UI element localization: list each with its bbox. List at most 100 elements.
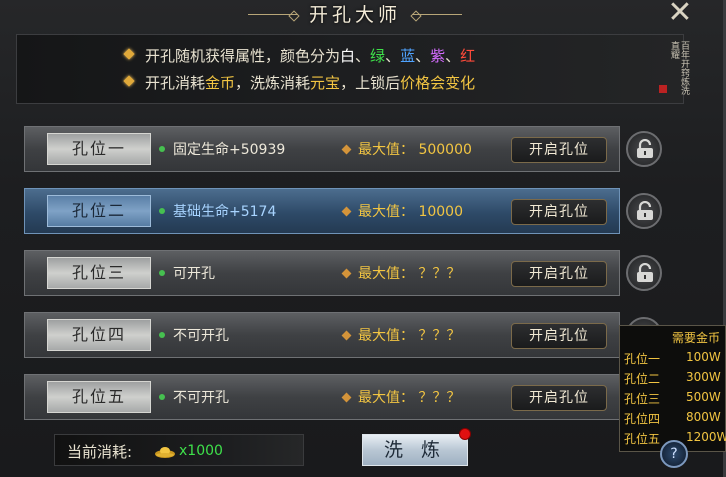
attribute-dot-icon (159, 332, 165, 338)
max-diamond-icon (341, 206, 352, 216)
color-white: 白 (340, 47, 356, 65)
slot-label: 孔位一 (47, 133, 151, 165)
hole-slot-row[interactable]: 孔位四 不可开孔 最大值： ？？？ 开启孔位 (24, 312, 620, 358)
slot-max: 最大值： ？？？ (341, 263, 461, 283)
sep: 、 (355, 47, 371, 65)
color-blue: 蓝 (400, 47, 416, 65)
slot-max-value: 10000 (418, 204, 463, 220)
attribute-dot-icon (159, 394, 165, 400)
open-slot-button[interactable]: 开启孔位 (511, 323, 607, 349)
slot-label: 孔位四 (47, 319, 151, 351)
color-red: 红 (460, 47, 476, 65)
slot-label: 孔位五 (47, 381, 151, 413)
price-slot-value: 100W (686, 350, 721, 364)
info-line-costs: 开孔消耗金币，洗炼消耗元宝，上锁后价格会变化 (123, 72, 476, 93)
info-box: 开孔随机获得属性，颜色分为白、绿、蓝、紫、红 开孔消耗金币，洗炼消耗元宝，上锁后… (16, 34, 689, 104)
price-row: 孔位一 100W (624, 350, 726, 370)
slot-attribute-text: 固定生命+50939 (173, 142, 286, 158)
open-slot-button[interactable]: 开启孔位 (511, 385, 607, 411)
info-line-colors: 开孔随机获得属性，颜色分为白、绿、蓝、紫、红 (123, 45, 476, 66)
slot-max: 最大值： ？？？ (341, 325, 461, 345)
slot-attribute: 不可开孔 (159, 387, 229, 407)
slot-max-label: 最大值： (358, 328, 414, 344)
red-stamp (659, 85, 667, 93)
max-diamond-icon (341, 392, 352, 402)
open-slot-button[interactable]: 开启孔位 (511, 261, 607, 287)
price-slot-name: 孔位四 (624, 412, 661, 426)
hole-slot-row[interactable]: 孔位三 可开孔 最大值： ？？？ 开启孔位 (24, 250, 620, 296)
price-table: 需要金币 孔位一 100W 孔位二 300W 孔位三 500W 孔位四 800W 孔位五 1200… (619, 325, 726, 452)
slot-attribute: 基础生命+5174 (159, 201, 276, 221)
sep: 、 (445, 47, 461, 65)
cost-box: 当前消耗: x1000 (54, 434, 304, 466)
title-bar: 开孔大师 (230, 0, 480, 28)
slot-attribute-text: 基础生命+5174 (173, 204, 277, 220)
notification-dot (459, 428, 471, 440)
attribute-dot-icon (159, 208, 165, 214)
slot-max-label: 最大值： (358, 266, 414, 282)
bullet-icon (123, 75, 135, 87)
slot-max-label: 最大值： (358, 142, 414, 158)
refine-button[interactable]: 洗 炼 (362, 434, 468, 466)
price-slot-value: 1200W (686, 430, 726, 444)
max-diamond-icon (341, 144, 352, 154)
hole-master-panel: 开孔大师 ✕ 开孔随机获得属性，颜色分为白、绿、蓝、紫、红 开孔消耗金币，洗炼消… (0, 0, 726, 477)
color-purple: 紫 (430, 47, 446, 65)
info-text: ，洗炼消耗 (235, 74, 311, 92)
price-slot-value: 800W (686, 410, 721, 424)
sep: 、 (415, 47, 431, 65)
hole-slot-row[interactable]: 孔位五 不可开孔 最大值： ？？？ 开启孔位 (24, 374, 620, 420)
price-row: 孔位四 800W (624, 410, 726, 430)
slot-max-label: 最大值： (358, 204, 414, 220)
hole-slot-row[interactable]: 孔位二 基础生命+5174 最大值： 10000 开启孔位 (24, 188, 620, 234)
slot-max-label: 最大值： (358, 390, 414, 406)
price-slot-value: 300W (686, 370, 721, 384)
cost-label: 当前消耗: (67, 443, 133, 461)
color-green: 绿 (370, 47, 386, 65)
slot-attribute: 可开孔 (159, 263, 215, 283)
cost-value: x1000 (179, 443, 223, 459)
gold-text: 金币 (205, 74, 236, 92)
slot-attribute-text: 不可开孔 (173, 328, 229, 344)
slot-attribute: 固定生命+50939 (159, 139, 285, 159)
max-diamond-icon (341, 330, 352, 340)
help-icon: ? (670, 446, 678, 462)
price-slot-name: 孔位一 (624, 352, 661, 366)
price-row: 孔位二 300W (624, 370, 726, 390)
slot-max-value: ？？？ (418, 328, 461, 344)
unlock-icon[interactable] (626, 255, 662, 291)
price-table-header: 需要金币 (672, 331, 721, 345)
hole-slot-row[interactable]: 孔位一 固定生命+50939 最大值： 500000 开启孔位 (24, 126, 620, 172)
yuanbao-text: 元宝 (310, 74, 341, 92)
max-diamond-icon (341, 268, 352, 278)
open-slot-button[interactable]: 开启孔位 (511, 137, 607, 163)
sep: 、 (385, 47, 401, 65)
slot-max: 最大值： ？？？ (341, 387, 461, 407)
slot-attribute-text: 可开孔 (173, 266, 215, 282)
slot-attribute: 不可开孔 (159, 325, 229, 345)
info-text: ，上锁后 (340, 74, 401, 92)
open-slot-button[interactable]: 开启孔位 (511, 199, 607, 225)
unlock-icon[interactable] (626, 193, 662, 229)
price-slot-value: 500W (686, 390, 721, 404)
attribute-dot-icon (159, 146, 165, 152)
price-slot-name: 孔位三 (624, 392, 661, 406)
slot-label: 孔位三 (47, 257, 151, 289)
price-change-text: 价格会变化 (400, 74, 476, 92)
slot-attribute-text: 不可开孔 (173, 390, 229, 406)
slot-max-value: 500000 (418, 142, 472, 158)
info-text: 开孔消耗 (145, 74, 206, 92)
slot-max: 最大值： 10000 (341, 201, 463, 221)
slot-max-value: ？？？ (418, 266, 461, 282)
title-ornament-right (412, 12, 462, 18)
price-slot-name: 孔位五 (624, 432, 661, 446)
info-prefix: 开孔随机获得属性，颜色分为 (145, 47, 341, 65)
price-row: 孔位三 500W (624, 390, 726, 410)
slot-max: 最大值： 500000 (341, 139, 472, 159)
unlock-icon[interactable] (626, 131, 662, 167)
gold-ingot-icon (155, 447, 175, 458)
attribute-dot-icon (159, 270, 165, 276)
slot-max-value: ？？？ (418, 390, 461, 406)
close-button[interactable]: ✕ (664, 0, 696, 28)
help-button[interactable]: ? (660, 440, 688, 468)
